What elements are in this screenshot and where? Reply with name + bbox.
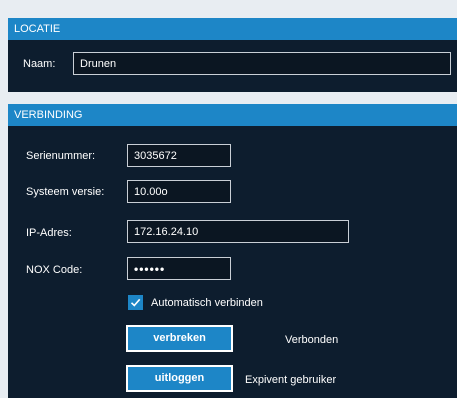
naam-label: Naam: <box>23 58 56 70</box>
auto-connect-label: Automatisch verbinden <box>151 297 263 309</box>
nox-code-field[interactable] <box>127 257 231 280</box>
naam-field[interactable] <box>73 52 451 75</box>
verbinding-panel: VERBINDING Serienummer: Systeem versie: … <box>8 104 457 398</box>
auto-connect-checkbox[interactable] <box>128 295 143 310</box>
checkmark-icon <box>130 298 141 307</box>
disconnect-button[interactable]: verbreken <box>126 325 233 352</box>
logout-button[interactable]: uitloggen <box>126 365 233 392</box>
ip-adres-label: IP-Adres: <box>26 227 72 239</box>
nox-code-label: NOX Code: <box>26 264 83 276</box>
locatie-header: LOCATIE <box>8 18 457 40</box>
serienummer-field[interactable] <box>127 144 231 167</box>
locatie-panel: LOCATIE Naam: <box>8 18 457 92</box>
verbinding-header: VERBINDING <box>8 104 457 126</box>
serienummer-label: Serienummer: <box>26 150 96 162</box>
ip-adres-field[interactable] <box>127 220 349 243</box>
systeem-versie-label: Systeem versie: <box>26 186 105 198</box>
connection-status: Verbonden <box>285 334 339 346</box>
systeem-versie-field[interactable] <box>127 180 231 203</box>
user-type-label: Expivent gebruiker <box>245 374 337 386</box>
